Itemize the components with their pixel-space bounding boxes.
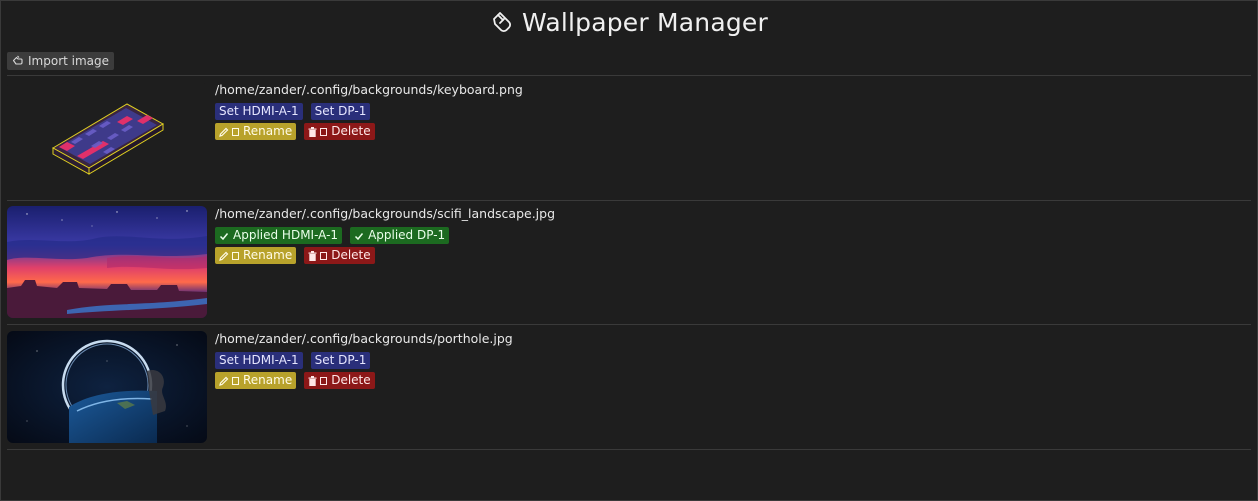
applied-dp-1-button[interactable]: Applied DP-1	[350, 227, 450, 244]
wallpaper-thumbnail[interactable]	[7, 206, 207, 318]
set-hdmi-a-1-button[interactable]: Set HDMI-A-1	[215, 103, 303, 120]
wallpaper-info: /home/zander/.config/backgrounds/porthol…	[215, 331, 1251, 389]
hand-icon	[490, 10, 514, 34]
action-buttons: Rename Delete	[215, 372, 1251, 389]
import-image-label: Import image	[28, 54, 110, 68]
rename-button[interactable]: Rename	[215, 247, 297, 264]
delete-button[interactable]: Delete	[304, 247, 375, 264]
import-image-button[interactable]: Import image	[7, 52, 115, 70]
divider	[7, 324, 1251, 325]
wallpaper-path: /home/zander/.config/backgrounds/scifi_l…	[215, 206, 556, 221]
wallpaper-path: /home/zander/.config/backgrounds/keyboar…	[215, 82, 523, 97]
box-icon	[320, 127, 328, 136]
wallpaper-thumbnail[interactable]	[7, 331, 207, 443]
trash-icon	[308, 126, 317, 137]
wallpaper-path: /home/zander/.config/backgrounds/porthol…	[215, 331, 513, 346]
rename-button[interactable]: Rename	[215, 372, 297, 389]
rename-button[interactable]: Rename	[215, 123, 297, 140]
wallpaper-info: /home/zander/.config/backgrounds/keyboar…	[215, 82, 1251, 140]
wallpaper-info: /home/zander/.config/backgrounds/scifi_l…	[215, 206, 1251, 264]
monitor-buttons: Set HDMI-A-1 Set DP-1	[215, 103, 1251, 120]
app-header: Wallpaper Manager	[1, 5, 1257, 39]
delete-button[interactable]: Delete	[304, 372, 375, 389]
box-icon	[232, 251, 239, 260]
pencil-icon	[219, 251, 229, 261]
monitor-buttons: Applied HDMI-A-1 Applied DP-1	[215, 227, 1251, 244]
wallpaper-thumbnail[interactable]	[7, 82, 207, 194]
box-icon	[320, 376, 328, 385]
list-item: /home/zander/.config/backgrounds/porthol…	[7, 326, 1251, 450]
box-icon	[320, 251, 328, 260]
delete-button[interactable]: Delete	[304, 123, 375, 140]
set-dp-1-button[interactable]: Set DP-1	[310, 103, 371, 120]
box-icon	[232, 127, 239, 136]
pencil-icon	[219, 127, 229, 137]
monitor-buttons: Set HDMI-A-1 Set DP-1	[215, 352, 1251, 369]
trash-icon	[308, 250, 317, 261]
divider	[7, 75, 1251, 76]
pencil-icon	[219, 376, 229, 386]
action-buttons: Rename Delete	[215, 123, 1251, 140]
page-title: Wallpaper Manager	[522, 7, 768, 37]
hand-icon	[12, 54, 24, 69]
app-window: Wallpaper Manager Import image /home/zan…	[0, 0, 1258, 501]
list-item: /home/zander/.config/backgrounds/keyboar…	[7, 77, 1251, 201]
trash-icon	[308, 375, 317, 386]
checkmark-icon	[219, 231, 229, 241]
box-icon	[232, 376, 239, 385]
applied-hdmi-a-1-button[interactable]: Applied HDMI-A-1	[215, 227, 343, 244]
set-hdmi-a-1-button[interactable]: Set HDMI-A-1	[215, 352, 303, 369]
checkmark-icon	[354, 231, 364, 241]
set-dp-1-button[interactable]: Set DP-1	[310, 352, 371, 369]
divider	[7, 449, 1251, 450]
action-buttons: Rename Delete	[215, 247, 1251, 264]
list-item: /home/zander/.config/backgrounds/scifi_l…	[7, 201, 1251, 325]
